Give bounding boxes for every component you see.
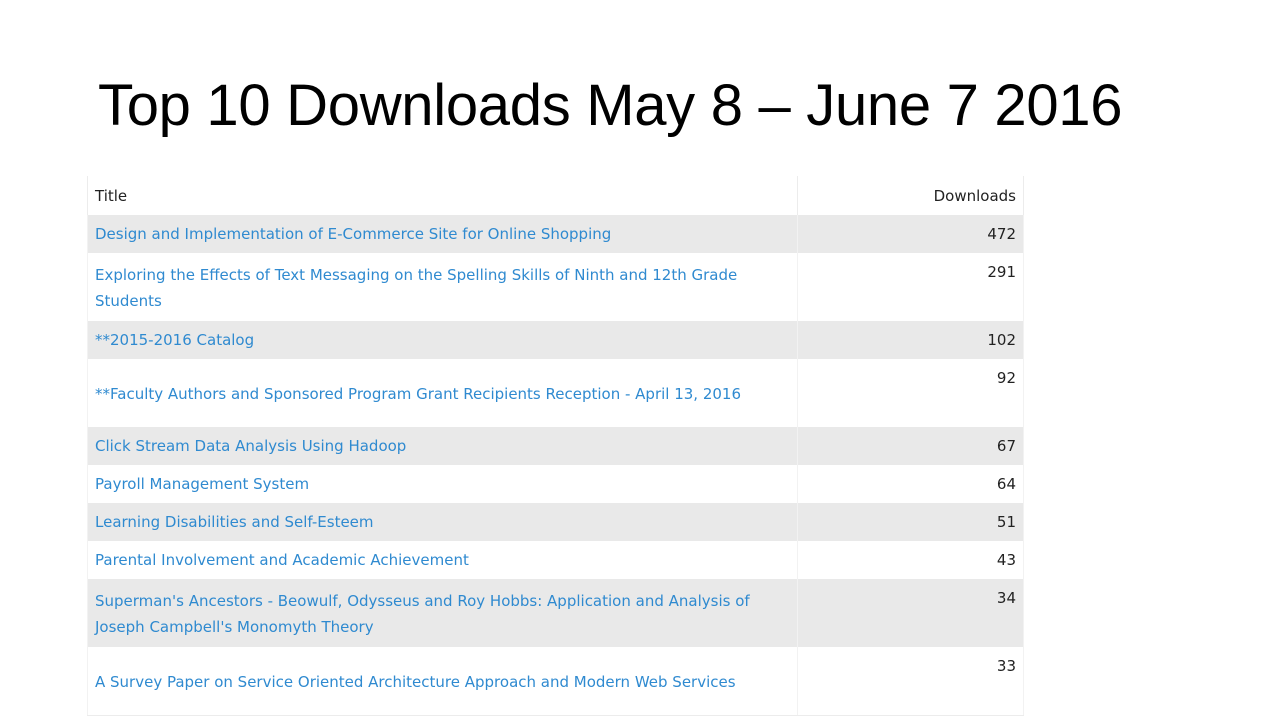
row-download-count: 34 [797, 579, 1024, 647]
row-download-count: 51 [797, 503, 1024, 541]
row-download-count: 33 [797, 647, 1024, 716]
table-row: Click Stream Data Analysis Using Hadoop … [87, 427, 1024, 465]
downloads-table-container: Title Downloads Design and Implementatio… [87, 176, 1024, 716]
row-download-count: 67 [797, 427, 1024, 465]
table-row: **2015-2016 Catalog 102 [87, 321, 1024, 359]
row-title-link[interactable]: **2015-2016 Catalog [87, 321, 798, 359]
row-title-link[interactable]: Learning Disabilities and Self-Esteem [87, 503, 798, 541]
row-download-count: 43 [797, 541, 1024, 579]
row-download-count: 64 [797, 465, 1024, 503]
row-title-link[interactable]: Design and Implementation of E-Commerce … [87, 215, 798, 253]
row-title-link[interactable]: Exploring the Effects of Text Messaging … [87, 253, 798, 321]
row-title-link[interactable]: Parental Involvement and Academic Achiev… [87, 541, 798, 579]
row-title-link[interactable]: Click Stream Data Analysis Using Hadoop [87, 427, 798, 465]
table-row: Design and Implementation of E-Commerce … [87, 215, 1024, 253]
row-title-link[interactable]: Payroll Management System [87, 465, 798, 503]
table-row: Payroll Management System 64 [87, 465, 1024, 503]
row-title-link[interactable]: Superman's Ancestors - Beowulf, Odysseus… [87, 579, 798, 647]
table-row: A Survey Paper on Service Oriented Archi… [87, 647, 1024, 716]
row-title-link[interactable]: **Faculty Authors and Sponsored Program … [87, 359, 798, 427]
table-row: Superman's Ancestors - Beowulf, Odysseus… [87, 579, 1024, 647]
table-header-row: Title Downloads [87, 176, 1024, 215]
table-row: **Faculty Authors and Sponsored Program … [87, 359, 1024, 427]
table-row: Learning Disabilities and Self-Esteem 51 [87, 503, 1024, 541]
downloads-table: Title Downloads Design and Implementatio… [87, 176, 1024, 716]
table-row: Exploring the Effects of Text Messaging … [87, 253, 1024, 321]
row-download-count: 92 [797, 359, 1024, 427]
slide-title: Top 10 Downloads May 8 – June 7 2016 [98, 73, 1123, 138]
table-row: Parental Involvement and Academic Achiev… [87, 541, 1024, 579]
row-download-count: 102 [797, 321, 1024, 359]
column-header-downloads: Downloads [797, 176, 1024, 215]
row-download-count: 472 [797, 215, 1024, 253]
row-title-link[interactable]: A Survey Paper on Service Oriented Archi… [87, 647, 798, 716]
row-download-count: 291 [797, 253, 1024, 321]
column-header-title: Title [87, 176, 798, 215]
